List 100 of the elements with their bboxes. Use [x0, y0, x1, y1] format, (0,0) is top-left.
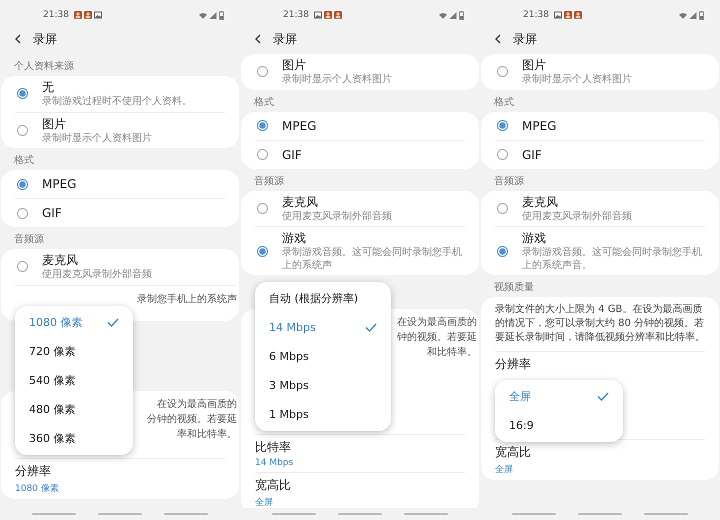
- image-notification-icon: [314, 11, 322, 19]
- nav-hint-line: [98, 513, 142, 515]
- radio-button[interactable]: [257, 66, 268, 78]
- option-title: 游戏: [522, 230, 547, 246]
- option-title: GIF: [42, 206, 62, 220]
- setting-value: 全屏: [255, 496, 274, 508]
- check-icon: [365, 323, 377, 332]
- app-notification-icon: [84, 11, 92, 19]
- back-icon[interactable]: [15, 34, 21, 44]
- menu-option[interactable]: 360 像素: [15, 424, 133, 453]
- battery-icon: [699, 10, 704, 20]
- radio-button[interactable]: [497, 66, 508, 78]
- back-icon[interactable]: [495, 34, 501, 44]
- setting-title[interactable]: 比特率: [255, 439, 465, 456]
- radio-button[interactable]: [257, 246, 268, 256]
- radio-button[interactable]: [497, 149, 508, 160]
- menu-option[interactable]: 6 Mbps: [255, 342, 391, 371]
- check-icon: [597, 392, 609, 401]
- option-title: MPEG: [42, 177, 76, 191]
- nav-hint-line: [338, 513, 382, 515]
- setting-title[interactable]: 宽高比: [495, 444, 705, 461]
- partial-text: 在设为最高画质的: [397, 316, 477, 330]
- option-title: 无: [42, 79, 55, 96]
- radio-button[interactable]: [257, 120, 268, 131]
- radio-button[interactable]: [17, 88, 28, 100]
- app-notification-icon: [564, 11, 572, 19]
- section-label: 音频源: [13, 232, 45, 247]
- menu-option[interactable]: 全屏: [495, 382, 623, 411]
- nav-hint-line: [578, 513, 622, 515]
- radio-button[interactable]: [17, 208, 28, 218]
- info-paragraph: 录制文件的大小上限为 4 GB。在设为最高画质的情况下，您可以录制大约 80 分钟的视频。若要延长录制时间，请降低视频分辨率和比特率。: [495, 303, 705, 345]
- app-notification-icon: [574, 11, 582, 19]
- option-description: 录制时显示个人资料图片: [522, 74, 632, 86]
- menu-option[interactable]: 720 像素: [15, 337, 133, 366]
- nav-hint-line: [32, 513, 76, 515]
- page-title: 录屏: [513, 30, 537, 48]
- option-title: 游戏: [282, 230, 307, 246]
- option-description: 录制时显示个人资料图片: [282, 74, 392, 86]
- image-notification-icon: [94, 11, 102, 19]
- image-notification-icon: [554, 11, 562, 19]
- radio-button[interactable]: [17, 124, 28, 136]
- check-icon: [107, 318, 119, 327]
- radio-button[interactable]: [497, 202, 508, 214]
- partial-text: 分钟的视频。若要延: [147, 412, 237, 426]
- partial-text: 钟的视频。若要延: [397, 330, 477, 345]
- setting-value: 全屏: [495, 464, 514, 476]
- option-description: 录制游戏过程时不使用个人资料。: [42, 96, 192, 108]
- battery-icon: [459, 10, 464, 20]
- app-notification-icon: [334, 11, 342, 19]
- back-icon[interactable]: [255, 34, 261, 44]
- radio-button[interactable]: [17, 261, 28, 272]
- menu-option[interactable]: 1 Mbps: [255, 400, 391, 429]
- menu-option[interactable]: 540 像素: [15, 366, 133, 395]
- nav-hint-line: [512, 513, 556, 515]
- page-title: 录屏: [273, 30, 297, 48]
- option-title: MPEG: [282, 118, 316, 132]
- menu-option[interactable]: 14 Mbps: [255, 313, 391, 342]
- section-label: 格式: [493, 96, 515, 110]
- option-title: GIF: [522, 148, 542, 162]
- radio-button[interactable]: [17, 178, 28, 190]
- option-description: 使用麦克风录制外部音频: [42, 269, 152, 282]
- radio-button[interactable]: [257, 202, 268, 214]
- setting-value: 14 Mbps: [255, 458, 294, 468]
- menu-option[interactable]: 3 Mbps: [255, 371, 391, 400]
- menu-option[interactable]: 16:9: [495, 411, 623, 440]
- option-description: 使用麦克风录制外部音频: [282, 210, 392, 223]
- partial-text: 录制您手机上的系统声: [137, 292, 237, 306]
- section-label: 格式: [253, 96, 275, 110]
- nav-hint-line: [272, 513, 316, 515]
- section-label: 音频源: [253, 174, 285, 188]
- signal-icon: [449, 12, 457, 18]
- page-title: 录屏: [33, 30, 57, 48]
- option-description: 使用麦克风录制外部音频: [522, 210, 632, 223]
- radio-button[interactable]: [257, 149, 268, 160]
- setting-title[interactable]: 分辨率: [495, 356, 705, 373]
- option-title: 图片: [282, 57, 307, 74]
- setting-title[interactable]: 宽高比: [255, 477, 465, 494]
- setting-title[interactable]: 分辨率: [15, 462, 225, 480]
- section-label: 视频质量: [493, 280, 535, 295]
- option-title: GIF: [282, 148, 302, 162]
- signal-icon: [209, 12, 217, 18]
- option-title: 麦克风: [282, 194, 319, 210]
- option-title: 图片: [42, 116, 67, 132]
- option-title: 麦克风: [42, 252, 79, 268]
- status-time: 21:38: [523, 10, 549, 20]
- radio-button[interactable]: [497, 246, 508, 256]
- menu-option[interactable]: 自动 (根据分辨率): [255, 284, 391, 313]
- wifi-icon: [679, 12, 687, 18]
- partial-text: 和比特率。: [427, 346, 477, 360]
- wifi-icon: [199, 12, 207, 18]
- menu-option[interactable]: 1080 像素: [15, 308, 133, 337]
- setting-value: 1080 像素: [15, 482, 60, 494]
- nav-hint-line: [404, 513, 448, 515]
- section-label: 格式: [13, 154, 35, 168]
- partial-text: 率和比特率。: [177, 428, 237, 442]
- radio-button[interactable]: [497, 120, 508, 131]
- menu-option[interactable]: 480 像素: [15, 395, 133, 424]
- section-label: 音频源: [493, 174, 525, 188]
- option-description: 录制游戏音频。这可能会同时录制您手机上的系统声: [282, 247, 463, 272]
- battery-icon: [219, 10, 224, 20]
